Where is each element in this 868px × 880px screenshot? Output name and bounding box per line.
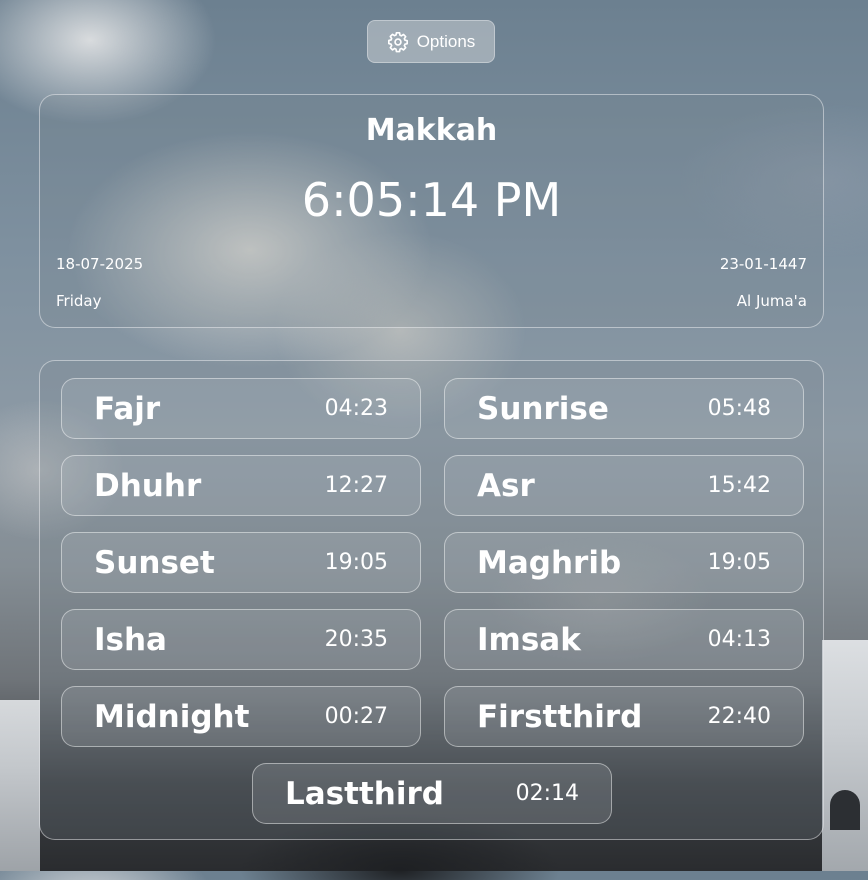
current-time: 6:05:14 PM [301, 173, 562, 227]
prayer-name: Fajr [94, 391, 161, 427]
prayer-time: 19:05 [707, 550, 771, 575]
prayer-time: 15:42 [707, 473, 771, 498]
prayer-item-midnight[interactable]: Midnight 00:27 [61, 686, 421, 747]
hijri-weekday: Al Juma'a [736, 292, 807, 310]
prayer-time: 02:14 [515, 781, 579, 806]
prayer-item-maghrib[interactable]: Maghrib 19:05 [444, 532, 804, 593]
prayer-times-panel: Fajr 04:23 Sunrise 05:48 Dhuhr 12:27 Asr… [39, 360, 824, 840]
prayer-time: 04:23 [324, 396, 388, 421]
gear-icon [387, 31, 409, 53]
gregorian-date: 18-07-2025 [56, 255, 144, 273]
prayer-time: 04:13 [707, 627, 771, 652]
clock-panel: Makkah 6:05:14 PM 18-07-2025 23-01-1447 … [39, 94, 824, 328]
prayer-name: Lastthird [285, 776, 444, 812]
prayer-name: Sunset [94, 545, 215, 581]
weekday: Friday [56, 292, 102, 310]
prayer-name: Firstthird [477, 699, 643, 735]
prayer-name: Isha [94, 622, 167, 658]
background-building-right [822, 640, 868, 871]
prayer-item-sunrise[interactable]: Sunrise 05:48 [444, 378, 804, 439]
options-button[interactable]: Options [367, 20, 495, 63]
date-row: 18-07-2025 23-01-1447 [56, 255, 807, 273]
prayer-time: 12:27 [324, 473, 388, 498]
prayer-item-dhuhr[interactable]: Dhuhr 12:27 [61, 455, 421, 516]
prayer-time: 22:40 [707, 704, 771, 729]
prayer-name: Dhuhr [94, 468, 202, 504]
prayer-name: Sunrise [477, 391, 609, 427]
background-building-left [0, 700, 40, 871]
options-label: Options [416, 31, 476, 51]
prayer-item-sunset[interactable]: Sunset 19:05 [61, 532, 421, 593]
hijri-date: 23-01-1447 [719, 255, 807, 273]
prayer-item-lastthird[interactable]: Lastthird 02:14 [252, 763, 612, 824]
prayer-name: Maghrib [477, 545, 622, 581]
prayer-time: 00:27 [324, 704, 388, 729]
prayer-item-fajr[interactable]: Fajr 04:23 [61, 378, 421, 439]
weekday-row: Friday Al Juma'a [56, 292, 807, 310]
prayer-time: 05:48 [707, 396, 771, 421]
prayer-item-firstthird[interactable]: Firstthird 22:40 [444, 686, 804, 747]
prayer-item-imsak[interactable]: Imsak 04:13 [444, 609, 804, 670]
prayer-item-asr[interactable]: Asr 15:42 [444, 455, 804, 516]
prayer-name: Asr [477, 468, 535, 504]
prayer-time: 19:05 [324, 550, 388, 575]
prayer-name: Imsak [477, 622, 581, 658]
prayer-time: 20:35 [324, 627, 388, 652]
prayer-name: Midnight [94, 699, 250, 735]
city-name: Makkah [365, 113, 498, 148]
prayer-item-isha[interactable]: Isha 20:35 [61, 609, 421, 670]
